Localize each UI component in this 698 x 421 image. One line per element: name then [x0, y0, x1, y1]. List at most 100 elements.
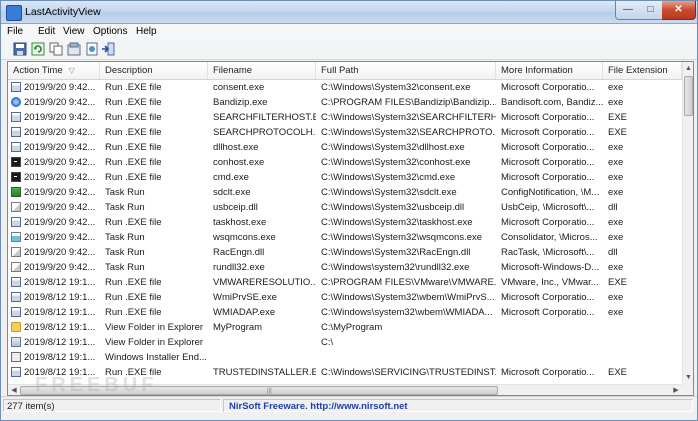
table-row[interactable]: 2019/8/12 19:1... View Folder in Explorer…: [8, 335, 682, 350]
cell-more-information: Microsoft Corporatio...: [501, 127, 595, 138]
copy-icon[interactable]: [49, 42, 63, 56]
column-header-description[interactable]: Description: [100, 62, 208, 79]
table-row[interactable]: 2019/9/20 9:42... Run .EXE file SEARCHPROT…: [8, 125, 682, 140]
cell-action-time: 2019/9/20 9:42...: [24, 232, 96, 243]
cell-filename: WmiPrvSE.exe: [213, 292, 277, 303]
vertical-scrollbar[interactable]: ▲ ▼: [682, 62, 693, 384]
cell-file-extension: EXE: [608, 277, 628, 288]
column-header-more-information[interactable]: More Information: [496, 62, 603, 79]
cell-full-path: C:\MyProgram: [321, 322, 383, 333]
menu-bar: File Edit View Options Help: [1, 24, 697, 40]
table-row[interactable]: 2019/8/12 19:1... Run .EXE file WmiPrvSE.e…: [8, 290, 682, 305]
cell-action-time: 2019/9/20 9:42...: [24, 202, 96, 213]
table-row[interactable]: 2019/8/12 19:1... Run .EXE file WMIADAP.ex…: [8, 305, 682, 320]
save-icon[interactable]: [13, 42, 27, 56]
exit-icon[interactable]: [101, 42, 115, 56]
table-row[interactable]: 2019/9/20 9:42... Run .EXE file SEARCHFILT…: [8, 110, 682, 125]
cell-filename: TRUSTEDINSTALLER.E...: [213, 367, 316, 378]
scroll-left-icon[interactable]: ◀: [8, 385, 20, 395]
cell-filename: taskhost.exe: [213, 217, 267, 228]
scroll-down-icon[interactable]: ▼: [683, 371, 693, 384]
menu-edit[interactable]: Edit: [38, 26, 55, 37]
table-row[interactable]: 2019/8/12 19:1... Windows Installer End..…: [8, 350, 682, 365]
minimize-button[interactable]: —: [615, 1, 641, 20]
window-title: LastActivityView: [25, 6, 101, 18]
activity-table[interactable]: Action Time ▽ Description Filename Full P…: [7, 61, 694, 396]
cell-action-time: 2019/9/20 9:42...: [24, 142, 96, 153]
column-header-full-path[interactable]: Full Path: [316, 62, 496, 79]
cell-file-extension: exe: [608, 262, 624, 273]
properties-icon[interactable]: [67, 42, 81, 56]
app-icon: [6, 5, 22, 21]
cell-description: Task Run: [105, 202, 145, 213]
menu-file[interactable]: File: [7, 26, 23, 37]
cell-more-information: VMware, Inc., VMwar...: [501, 277, 599, 288]
cell-action-time: 2019/9/20 9:42...: [24, 262, 96, 273]
cell-more-information: [496, 335, 603, 350]
column-header-file-extension[interactable]: File Extension: [603, 62, 682, 79]
cell-file-extension: exe: [608, 97, 624, 108]
table-row[interactable]: 2019/9/20 9:42... Run .EXE file conhost.ex…: [8, 155, 682, 170]
scrollbar-corner: [682, 384, 693, 395]
table-row[interactable]: 2019/8/12 19:1... View Folder in Explorer…: [8, 320, 682, 335]
refresh-icon[interactable]: [31, 42, 45, 56]
cell-full-path: C:\PROGRAM FILES\VMware\VMWARE...: [321, 277, 496, 288]
cell-description: Task Run: [105, 232, 145, 243]
cell-description: Run .EXE file: [105, 292, 162, 303]
cell-more-information: Microsoft Corporatio...: [501, 307, 595, 318]
cell-full-path: C:\Windows\system32\rundll32.exe: [321, 262, 470, 273]
table-header: Action Time ▽ Description Filename Full P…: [8, 62, 693, 80]
cell-full-path: C:\Windows\System32\wsqmcons.exe: [321, 232, 483, 243]
table-row[interactable]: 2019/9/20 9:42... Task Run usbceip.dll C:\W…: [8, 200, 682, 215]
cell-more-information: Bandisoft.com, Bandiz...: [501, 97, 603, 108]
vertical-scroll-thumb[interactable]: [684, 76, 693, 116]
cell-more-information: ConfigNotification, \M...: [501, 187, 600, 198]
table-row[interactable]: 2019/9/20 9:42... Run .EXE file Bandizip.e…: [8, 95, 682, 110]
cell-filename: cmd.exe: [213, 172, 249, 183]
menu-help[interactable]: Help: [136, 26, 157, 37]
cell-more-information: [496, 350, 603, 365]
cell-action-time: 2019/8/12 19:1...: [24, 352, 96, 363]
table-row[interactable]: 2019/9/20 9:42... Task Run RacEngn.dll C:\W…: [8, 245, 682, 260]
scroll-right-icon[interactable]: ▶: [670, 385, 682, 395]
cell-description: View Folder in Explorer: [105, 337, 204, 348]
cell-full-path: C:\Windows\System32\conhost.exe: [321, 157, 471, 168]
table-row[interactable]: 2019/9/20 9:42... Run .EXE file taskhost.e…: [8, 215, 682, 230]
cell-full-path: C:\: [321, 337, 334, 348]
cell-more-information: Microsoft Corporatio...: [501, 82, 595, 93]
table-row[interactable]: 2019/9/20 9:42... Run .EXE file dllhost.ex…: [8, 140, 682, 155]
menu-view[interactable]: View: [63, 26, 85, 37]
cell-action-time: 2019/8/12 19:1...: [24, 307, 96, 318]
cell-action-time: 2019/9/20 9:42...: [24, 247, 96, 258]
html-report-icon[interactable]: [85, 42, 99, 56]
menu-options[interactable]: Options: [93, 26, 127, 37]
cell-file-extension: exe: [608, 217, 624, 228]
watermark-logo: FREEBUF: [35, 374, 158, 396]
cell-full-path: C:\Windows\System32\sdclt.exe: [321, 187, 457, 198]
cell-more-information: UsbCeip, \Microsoft\...: [501, 202, 595, 213]
cell-filename: SEARCHPROTOCOLH...: [213, 127, 316, 138]
column-header-action-time[interactable]: Action Time ▽: [8, 62, 100, 79]
cell-action-time: 2019/9/20 9:42...: [24, 217, 96, 228]
column-header-filename[interactable]: Filename: [208, 62, 316, 79]
nirsoft-link[interactable]: NirSoft Freeware. http://www.nirsoft.net: [223, 399, 693, 412]
scroll-up-icon[interactable]: ▲: [683, 62, 693, 75]
title-bar[interactable]: LastActivityView — □ ✕: [1, 1, 697, 24]
maximize-button[interactable]: □: [639, 1, 663, 20]
cell-more-information: Microsoft-Windows-D...: [501, 262, 600, 273]
cell-description: Run .EXE file: [105, 157, 162, 168]
cell-action-time: 2019/9/20 9:42...: [24, 112, 96, 123]
cell-filename: [208, 335, 316, 350]
cell-full-path: C:\Windows\System32\wbem\WmiPrvS...: [321, 292, 495, 303]
table-row[interactable]: 2019/8/12 19:1... Run .EXE file VMWARERESO…: [8, 275, 682, 290]
toolbar: [1, 40, 697, 60]
close-button[interactable]: ✕: [662, 1, 696, 20]
table-row[interactable]: 2019/9/20 9:42... Run .EXE file cmd.exe C:\…: [8, 170, 682, 185]
table-row[interactable]: 2019/9/20 9:42... Task Run sdclt.exe C:\Win…: [8, 185, 682, 200]
table-row[interactable]: 2019/9/20 9:42... Task Run wsqmcons.exe C:\…: [8, 230, 682, 245]
table-row[interactable]: 2019/9/20 9:42... Run .EXE file consent.ex…: [8, 80, 682, 95]
table-row[interactable]: 2019/9/20 9:42... Task Run rundll32.exe C:\…: [8, 260, 682, 275]
cell-description: Task Run: [105, 187, 145, 198]
cell-filename: sdclt.exe: [213, 187, 251, 198]
cell-file-extension: exe: [608, 142, 624, 153]
